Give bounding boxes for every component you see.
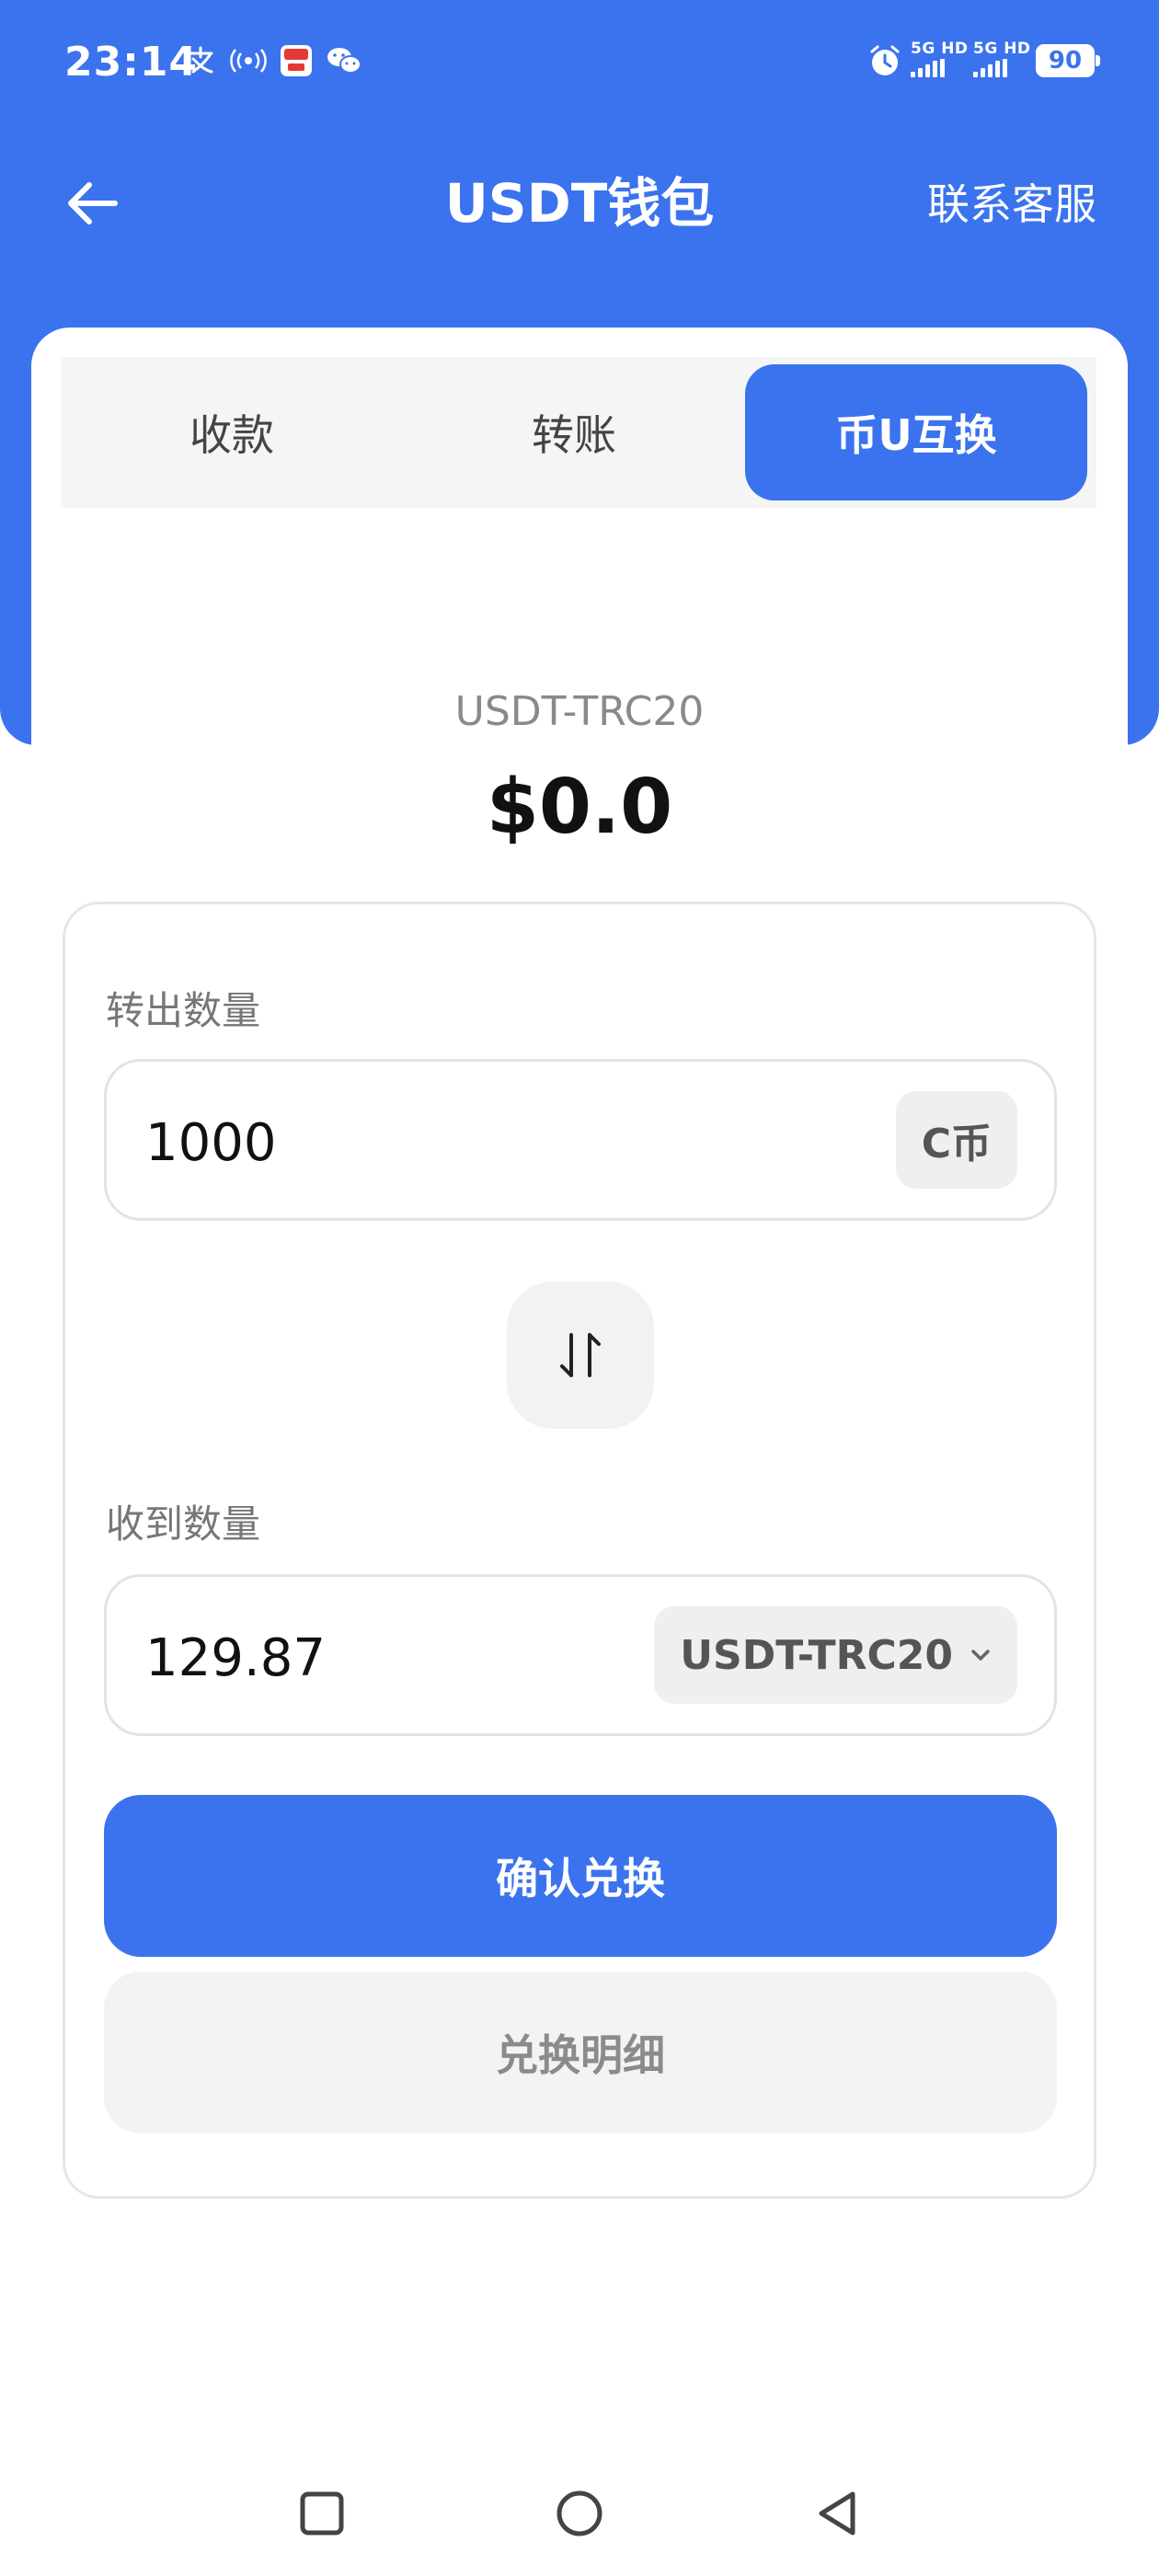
app-icon	[278, 40, 315, 81]
circle-icon	[557, 2490, 602, 2536]
tab-receive[interactable]: 收款	[61, 357, 403, 508]
tab-exchange[interactable]: 币U互换	[745, 364, 1087, 500]
in-unit-select[interactable]: USDT-TRC20	[654, 1606, 1017, 1704]
signal-bars-icon	[911, 59, 969, 77]
system-nav-bar	[0, 2466, 1159, 2558]
out-amount-value: 1000	[145, 1113, 277, 1173]
radio-icon	[228, 40, 269, 81]
out-amount-label: 转出数量	[106, 988, 261, 1033]
status-bar: 23:14 5G HD 5G HD 90	[0, 0, 1159, 125]
contact-service-button[interactable]: 联系客服	[927, 175, 1096, 234]
out-unit-badge: C币	[895, 1091, 1017, 1189]
status-time: 23:14	[64, 39, 199, 86]
swap-button[interactable]	[507, 1282, 654, 1429]
triangle-back-icon	[819, 2491, 855, 2536]
confirm-exchange-button[interactable]: 确认兑换	[104, 1795, 1057, 1957]
balance-amount: $0.0	[486, 764, 673, 851]
in-amount-field[interactable]: 129.87 USDT-TRC20	[104, 1574, 1057, 1736]
system-back-button[interactable]	[808, 2484, 866, 2543]
chevron-down-icon	[971, 1650, 990, 1661]
battery-indicator: 90	[1036, 44, 1100, 77]
in-amount-value: 129.87	[145, 1628, 326, 1688]
swap-arrows-icon	[560, 1333, 601, 1377]
tab-bar: 收款 转账 币U互换	[61, 357, 1096, 508]
signal-bars-icon	[973, 59, 1031, 77]
square-icon	[300, 2491, 344, 2536]
exchange-form: 转出数量 1000 C币 收到数量 129.87 USDT-TRC20 确认兑换…	[63, 902, 1096, 2199]
out-amount-field[interactable]: 1000 C币	[104, 1059, 1057, 1221]
out-unit-label: C币	[921, 1121, 992, 1167]
in-amount-label: 收到数量	[106, 1501, 261, 1547]
in-unit-label: USDT-TRC20	[680, 1631, 953, 1679]
coin-name: USDT-TRC20	[454, 688, 705, 735]
network-1: 5G HD	[911, 40, 969, 77]
home-button[interactable]	[550, 2484, 609, 2543]
exchange-details-button[interactable]: 兑换明细	[104, 1972, 1057, 2133]
alarm-icon	[865, 40, 905, 81]
wechat-icon	[324, 40, 364, 81]
pay-icon	[180, 40, 221, 81]
recent-apps-button[interactable]	[293, 2484, 351, 2543]
tab-transfer[interactable]: 转账	[403, 357, 745, 508]
network-2: 5G HD	[973, 40, 1031, 77]
